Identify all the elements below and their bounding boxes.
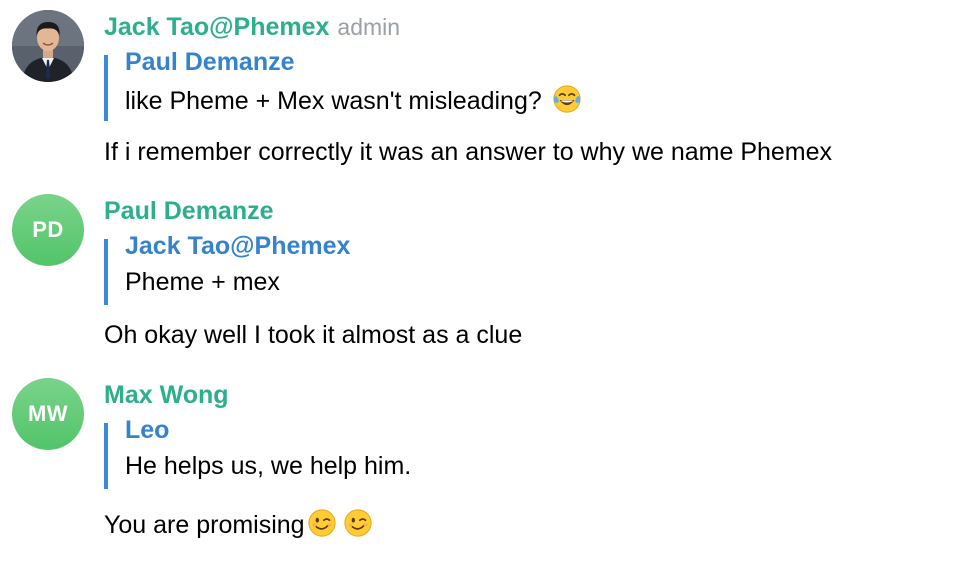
admin-badge: admin <box>337 14 401 40</box>
reply-text: He helps us, we help him. <box>125 452 412 480</box>
reply-quote[interactable]: Jack Tao@Phemex Pheme + mex <box>104 232 350 305</box>
sender-name[interactable]: Jack Tao@Phemex <box>104 13 329 41</box>
reply-author: Paul Demanze <box>125 48 295 76</box>
avatar-initials: PD <box>32 217 64 242</box>
sender-line: Jack Tao@Phemex admin <box>104 13 400 42</box>
winking-face-icon <box>344 509 372 537</box>
avatar-paul-demanze[interactable]: PD <box>12 194 84 266</box>
profile-photo-icon <box>12 10 84 82</box>
reply-text: like Pheme + Mex wasn't misleading? <box>125 84 582 116</box>
avatar-jack-tao[interactable] <box>12 10 84 82</box>
message-text: You are promising <box>104 508 373 540</box>
message-text: If i remember correctly it was an answer… <box>104 138 833 166</box>
sender-name[interactable]: Max Wong <box>104 381 229 409</box>
winking-face-icon <box>308 509 336 537</box>
sender-name[interactable]: Paul Demanze <box>104 197 274 225</box>
message-text: Oh okay well I took it almost as a clue <box>104 321 523 349</box>
reply-quote[interactable]: Paul Demanze like Pheme + Mex wasn't mis… <box>104 48 581 121</box>
avatar-max-wong[interactable]: MW <box>12 378 84 450</box>
reply-text: Pheme + mex <box>125 268 280 296</box>
sender-line: Paul Demanze <box>104 197 274 226</box>
reply-quote[interactable]: Leo He helps us, we help him. <box>104 416 411 489</box>
face-with-tears-of-joy-icon <box>553 85 581 113</box>
reply-author: Leo <box>125 416 170 444</box>
sender-line: Max Wong <box>104 381 229 410</box>
avatar-initials: MW <box>27 401 69 426</box>
reply-author: Jack Tao@Phemex <box>125 232 351 260</box>
